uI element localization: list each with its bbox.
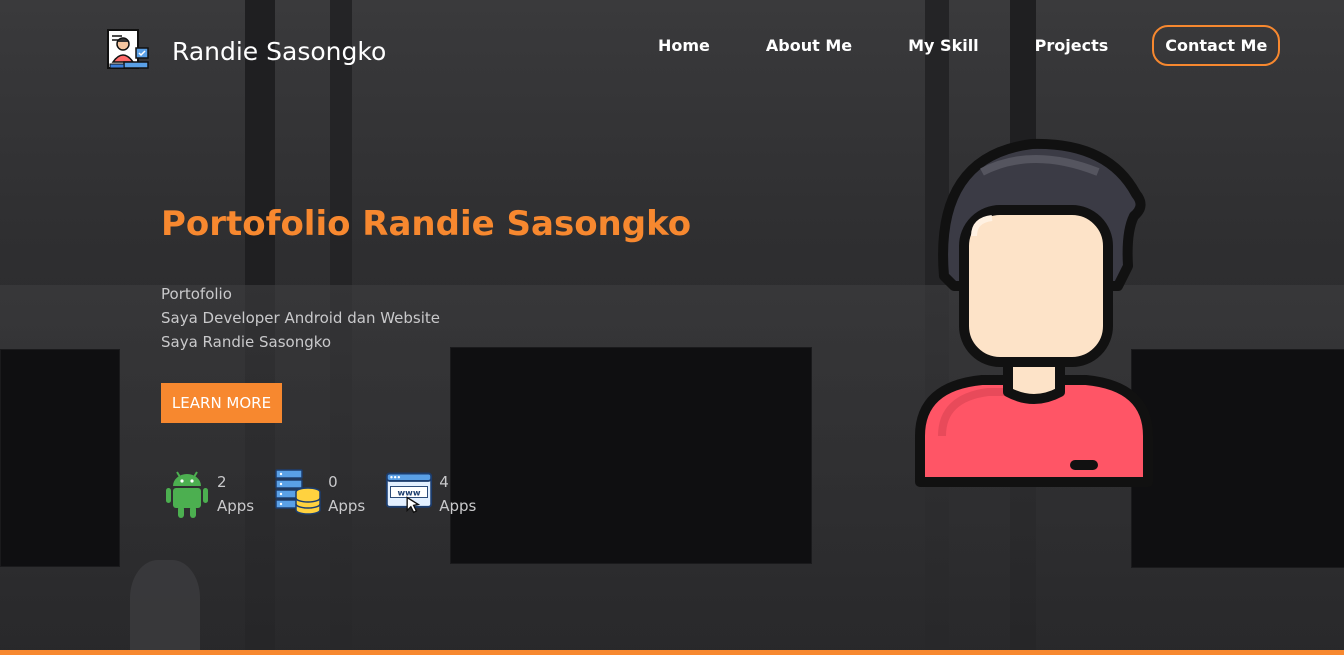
hero-line-3: Saya Randie Sasongko — [161, 333, 332, 351]
nav-item-my-skill[interactable]: My Skill — [896, 25, 991, 66]
android-icon — [166, 471, 208, 518]
stat-database-count: 0 — [328, 473, 338, 491]
stat-website-label: Apps — [439, 497, 477, 515]
app-stats: 2 Apps 0 Apps www 4 Apps — [163, 466, 496, 518]
nav-item-projects[interactable]: Projects — [1023, 25, 1121, 66]
person-avatar-icon — [915, 138, 1153, 487]
hero-section: Randie Sasongko Home About Me My Skill P… — [0, 0, 1344, 655]
top-navigation: Randie Sasongko Home About Me My Skill P… — [0, 0, 1344, 95]
nav-item-contact-me[interactable]: Contact Me — [1152, 25, 1281, 66]
stat-website: www 4 Apps — [385, 466, 476, 518]
bottom-accent-bar — [0, 650, 1344, 655]
www-browser-icon: www — [386, 472, 433, 514]
hero-line-1: Portofolio — [161, 285, 232, 303]
hero-description: Portofolio Saya Developer Android dan We… — [161, 282, 440, 354]
stat-android-label: Apps — [217, 497, 255, 515]
stat-database-label: Apps — [328, 497, 366, 515]
nav-menu: Home About Me My Skill Projects Contact … — [646, 25, 1281, 66]
stat-android: 2 Apps — [163, 466, 254, 518]
monitor-center — [450, 347, 812, 564]
monitor-right — [1131, 349, 1344, 568]
monitor-left — [0, 349, 120, 567]
background-plant — [130, 560, 200, 655]
stat-website-count: 4 — [439, 473, 449, 491]
hero-line-2: Saya Developer Android dan Website — [161, 309, 441, 327]
nav-item-about-me[interactable]: About Me — [754, 25, 864, 66]
brand[interactable]: Randie Sasongko — [106, 28, 386, 74]
stat-android-count: 2 — [217, 473, 227, 491]
database-server-icon — [275, 469, 321, 515]
learn-more-button[interactable]: LEARN MORE — [161, 383, 282, 423]
stat-database: 0 Apps — [274, 466, 365, 518]
brand-name: Randie Sasongko — [172, 36, 387, 66]
nav-item-home[interactable]: Home — [646, 25, 722, 66]
hero-title: Portofolio Randie Sasongko — [161, 204, 692, 244]
developer-avatar-icon — [107, 29, 149, 69]
svg-text:www: www — [398, 488, 421, 498]
